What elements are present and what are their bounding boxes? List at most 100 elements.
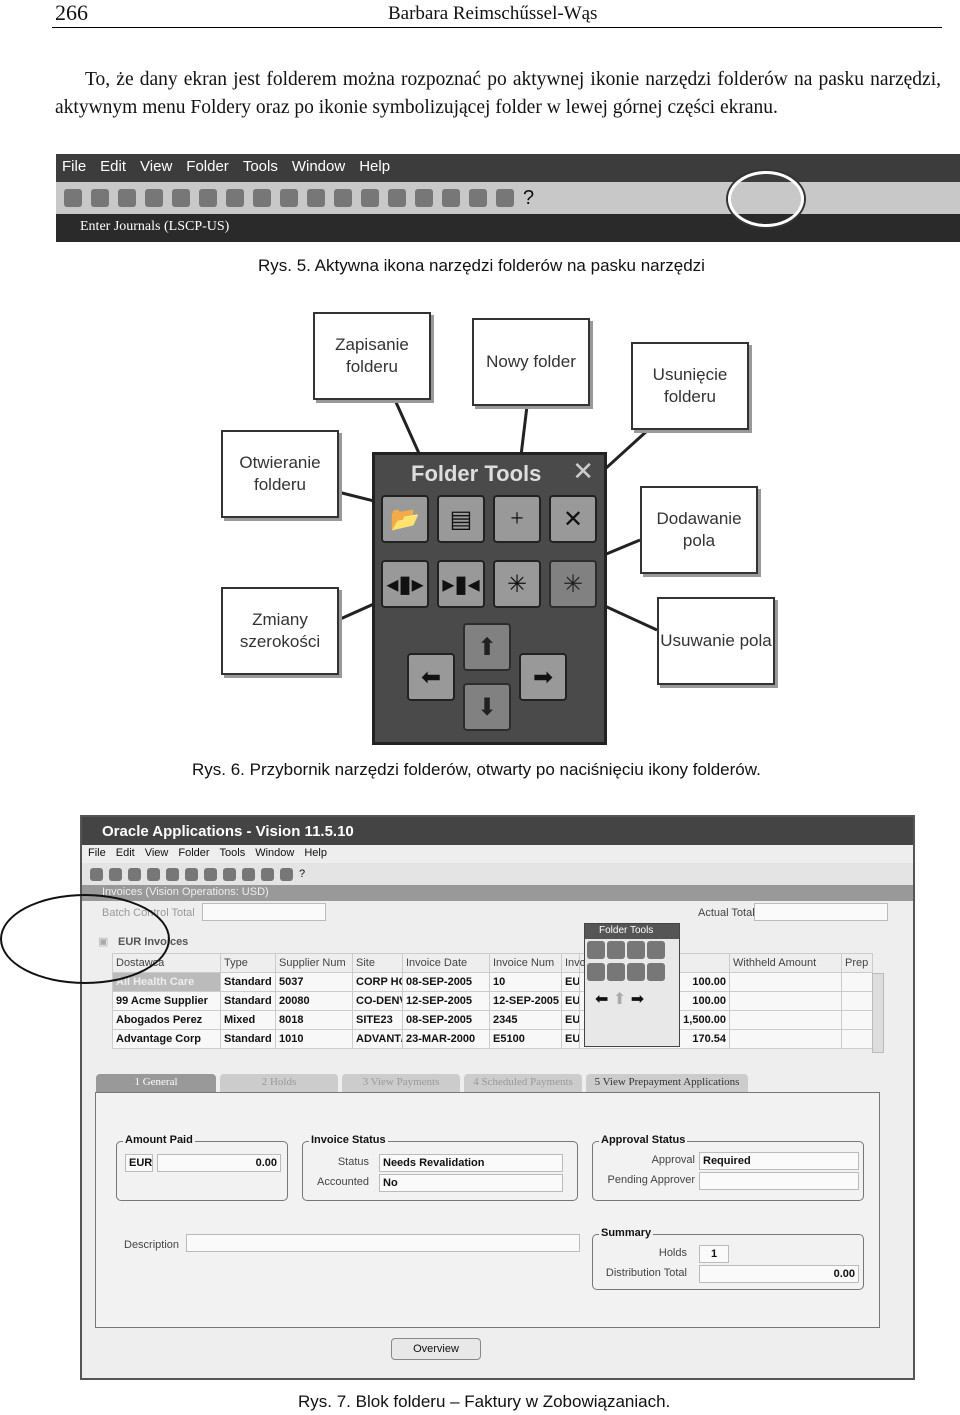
tab-holds[interactable]: 2 Holds xyxy=(220,1074,338,1092)
cell[interactable]: 20080 xyxy=(275,991,353,1011)
overview-button[interactable]: Overview xyxy=(391,1338,481,1360)
new-folder-icon[interactable]: + xyxy=(493,495,541,543)
new-record-icon[interactable] xyxy=(334,189,352,207)
move-left-icon[interactable]: ⬅ xyxy=(407,653,455,701)
cell[interactable]: CORP HC xyxy=(352,972,403,992)
menu-tools[interactable]: Tools xyxy=(220,847,246,861)
batch-control-total-field[interactable] xyxy=(202,903,326,921)
holds-field[interactable]: 1 xyxy=(699,1245,729,1263)
menu-edit[interactable]: Edit xyxy=(100,158,126,178)
close-form-icon[interactable] xyxy=(199,189,217,207)
cell[interactable]: 2345 xyxy=(489,1010,562,1030)
menu-help[interactable]: Help xyxy=(304,847,327,861)
help-icon[interactable]: ? xyxy=(299,868,305,880)
save-icon[interactable] xyxy=(145,189,163,207)
distribution-total-field[interactable]: 0.00 xyxy=(699,1265,859,1283)
cell[interactable]: Advantage Corp xyxy=(112,1029,221,1049)
cell[interactable]: 12-SEP-2005 xyxy=(402,991,490,1011)
menu-help[interactable]: Help xyxy=(359,158,390,178)
cell[interactable]: 5037 xyxy=(275,972,353,992)
menu-window[interactable]: Window xyxy=(255,847,294,861)
new-folder-icon[interactable] xyxy=(627,941,645,959)
cell[interactable]: 23-MAR-2000 xyxy=(402,1029,490,1049)
pending-approver-field[interactable] xyxy=(699,1172,859,1190)
cell[interactable]: E5100 xyxy=(489,1029,562,1049)
table-row[interactable]: 99 Acme Supplier Standard 20080 CO-DENV 12-S… xyxy=(112,991,873,1011)
col-supplier-num[interactable]: Supplier Num xyxy=(275,953,353,973)
col-type[interactable]: Type xyxy=(220,953,276,973)
cell[interactable] xyxy=(729,1029,842,1049)
cell[interactable] xyxy=(841,1029,873,1049)
cell[interactable]: Standard xyxy=(220,991,276,1011)
cell[interactable]: Standard xyxy=(220,972,276,992)
open-folder-icon[interactable]: 📂 xyxy=(381,495,429,543)
widen-field-icon[interactable]: ◂▮▸ xyxy=(381,560,429,608)
move-right-icon[interactable]: ➡ xyxy=(631,991,644,1008)
menu-view[interactable]: View xyxy=(145,847,169,861)
cell[interactable]: 99 Acme Supplier xyxy=(112,991,221,1011)
cell[interactable]: ADVANT/ xyxy=(352,1029,403,1049)
cell[interactable]: 08-SEP-2005 xyxy=(402,1010,490,1030)
new-icon[interactable] xyxy=(90,867,103,881)
cell[interactable]: SITE23 xyxy=(352,1010,403,1030)
attachment-icon[interactable] xyxy=(261,867,274,881)
move-left-icon[interactable]: ⬅ xyxy=(595,991,608,1008)
cut-icon[interactable] xyxy=(185,867,198,881)
cell[interactable]: 08-SEP-2005 xyxy=(402,972,490,992)
col-currency[interactable]: Invo xyxy=(561,953,586,973)
cell[interactable] xyxy=(841,1010,873,1030)
amount-paid-field[interactable]: 0.00 xyxy=(157,1154,281,1172)
open-folder-icon[interactable] xyxy=(587,941,605,959)
cell[interactable]: Standard xyxy=(220,1029,276,1049)
move-down-icon[interactable]: ⬇ xyxy=(463,683,511,731)
cell[interactable] xyxy=(729,1010,842,1030)
cell[interactable] xyxy=(841,972,873,992)
paste-icon[interactable] xyxy=(223,867,236,881)
navigator-icon[interactable] xyxy=(128,867,141,881)
menu-folder[interactable]: Folder xyxy=(186,158,229,178)
print-icon[interactable] xyxy=(166,867,179,881)
actual-total-field[interactable] xyxy=(754,903,888,921)
col-site[interactable]: Site xyxy=(352,953,403,973)
shrink-field-icon[interactable]: ▸▮◂ xyxy=(437,560,485,608)
close-icon[interactable]: ✕ xyxy=(572,457,594,487)
table-row[interactable]: Advantage Corp Standard 1010 ADVANT/23-MAR-… xyxy=(112,1029,873,1049)
folder-tools-icon[interactable] xyxy=(496,189,514,207)
paste-icon[interactable] xyxy=(307,189,325,207)
menu-view[interactable]: View xyxy=(140,158,172,178)
widen-field-icon[interactable] xyxy=(587,963,605,981)
new-icon[interactable] xyxy=(64,189,82,207)
table-row[interactable]: All Health Care Standard 5037 CORP HC 08-SEP… xyxy=(112,972,873,992)
delete-record-icon[interactable] xyxy=(361,189,379,207)
cell[interactable]: EUI xyxy=(561,1010,580,1030)
find-icon[interactable] xyxy=(91,189,109,207)
tab-scheduled-payments[interactable]: 4 Scheduled Payments xyxy=(464,1074,582,1092)
delete-folder-icon[interactable]: ✕ xyxy=(549,495,597,543)
shrink-field-icon[interactable] xyxy=(607,963,625,981)
tab-view-payments[interactable]: 3 View Payments xyxy=(342,1074,460,1092)
globe-icon[interactable] xyxy=(442,189,460,207)
attachment-icon[interactable] xyxy=(469,189,487,207)
menu-file[interactable]: File xyxy=(62,158,86,178)
col-invoice-date[interactable]: Invoice Date xyxy=(402,953,490,973)
cut-icon[interactable] xyxy=(253,189,271,207)
cell[interactable]: 8018 xyxy=(275,1010,353,1030)
edit-field-icon[interactable] xyxy=(388,189,406,207)
menu-folder[interactable]: Folder xyxy=(178,847,209,861)
menu-edit[interactable]: Edit xyxy=(116,847,135,861)
move-up-icon[interactable]: ⬆ xyxy=(463,623,511,671)
menu-file[interactable]: File xyxy=(88,847,106,861)
print-icon[interactable] xyxy=(172,189,190,207)
cell[interactable] xyxy=(729,972,842,992)
cell[interactable]: CO-DENV xyxy=(352,991,403,1011)
col-prep[interactable]: Prep xyxy=(841,953,873,973)
add-field-icon[interactable] xyxy=(627,963,645,981)
remove-field-icon[interactable]: ✳ xyxy=(549,560,597,608)
col-withheld[interactable]: Withheld Amount xyxy=(729,953,842,973)
folder-tools-icon[interactable] xyxy=(280,867,293,881)
table-row[interactable]: Abogados Perez Mixed 8018 SITE23 08-SEP-2005… xyxy=(112,1010,873,1030)
find-icon[interactable] xyxy=(109,867,122,881)
menu-window[interactable]: Window xyxy=(292,158,345,178)
move-up-icon[interactable]: ⬆ xyxy=(613,991,626,1008)
currency-field[interactable]: EUR xyxy=(125,1154,153,1172)
